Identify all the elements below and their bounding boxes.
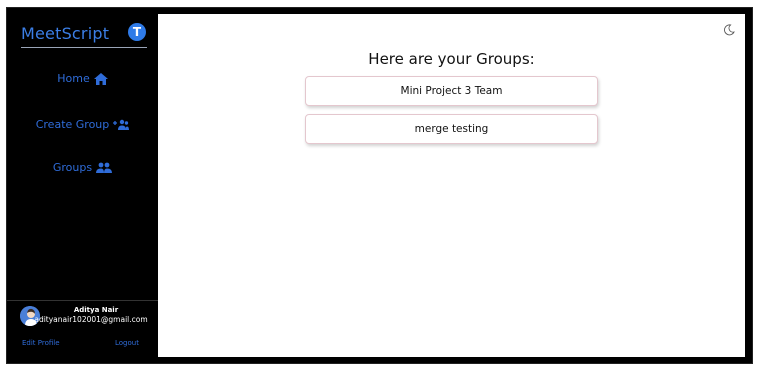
sidebar-item-label: Groups [52, 161, 93, 174]
group-name: merge testing [414, 123, 489, 135]
sidebar: MeetScript T Home Create Group Groups Ad… [7, 8, 158, 363]
sidebar-item-label: Home [57, 72, 90, 85]
app-frame: MeetScript T Home Create Group Groups Ad… [7, 8, 752, 363]
group-name: Mini Project 3 Team [400, 85, 503, 97]
home-icon [93, 72, 108, 85]
brand[interactable]: MeetScript T [21, 20, 147, 48]
page-title: Here are your Groups: [368, 50, 535, 68]
user-email: adityanair102001@gmail.com [34, 315, 148, 324]
edit-profile-link[interactable]: Edit Profile [22, 339, 60, 347]
user-name: Aditya Nair [73, 306, 119, 314]
main-content: Here are your Groups: Mini Project 3 Tea… [158, 14, 745, 357]
sidebar-item-label: Create Group [35, 118, 110, 131]
sidebar-item-create-group[interactable]: Create Group [7, 118, 158, 131]
moon-icon[interactable] [723, 24, 735, 36]
add-users-icon [113, 119, 130, 130]
sidebar-divider [7, 300, 158, 301]
group-card[interactable]: Mini Project 3 Team [305, 76, 598, 106]
logout-link[interactable]: Logout [115, 339, 139, 347]
brand-badge-icon: T [128, 23, 146, 41]
sidebar-item-home[interactable]: Home [7, 72, 158, 85]
sidebar-item-groups[interactable]: Groups [7, 161, 158, 174]
brand-title: MeetScript [21, 24, 110, 43]
users-icon [96, 162, 113, 173]
group-card[interactable]: merge testing [305, 114, 598, 144]
